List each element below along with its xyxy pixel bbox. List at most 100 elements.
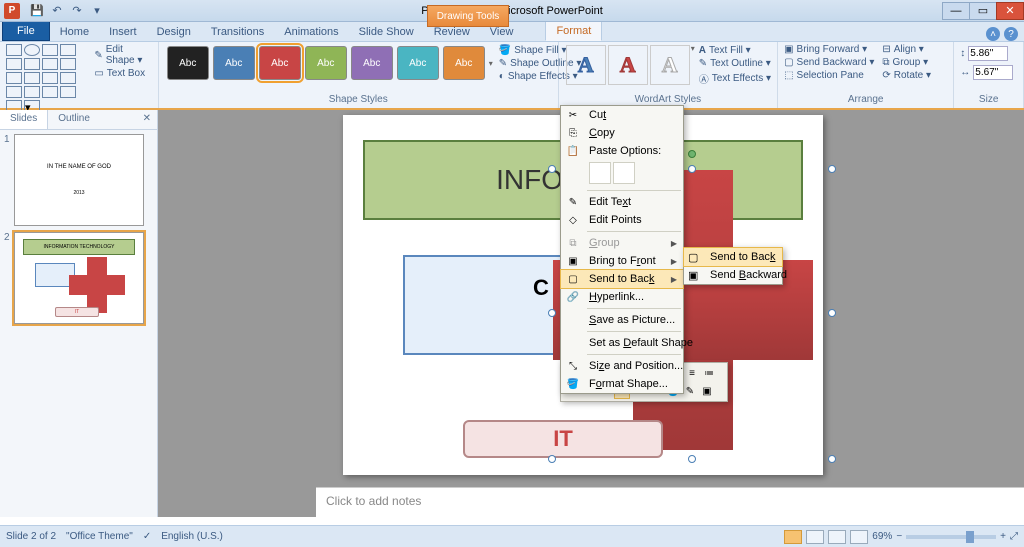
tab-insert[interactable]: Insert — [99, 23, 147, 41]
menu-edit-text[interactable]: ✎Edit Text — [561, 193, 683, 211]
text-box-button[interactable]: ▭ Text Box — [94, 68, 151, 79]
wordart-3[interactable]: A — [650, 45, 690, 85]
style-purple[interactable]: Abc — [351, 46, 393, 80]
tab-design[interactable]: Design — [147, 23, 201, 41]
bring-forward-button[interactable]: ▣ Bring Forward ▾ — [784, 44, 874, 55]
close-button[interactable]: ✕ — [996, 2, 1024, 20]
selection-pane-button[interactable]: ⬚ Selection Pane — [784, 70, 874, 81]
shape-style-gallery[interactable]: Abc Abc Abc Abc Abc Abc Abc ▾ — [165, 44, 493, 82]
arrange-mini-icon[interactable]: ▣ — [699, 383, 715, 399]
minimize-ribbon-icon[interactable]: ˄ — [986, 27, 1000, 41]
menu-format-shape[interactable]: 🪣Format Shape... — [561, 375, 683, 393]
edit-shape-button[interactable]: ✎ Edit Shape ▾ — [94, 44, 151, 66]
tab-transitions[interactable]: Transitions — [201, 23, 274, 41]
undo-icon[interactable]: ↶ — [48, 3, 66, 19]
notes-pane[interactable]: Click to add notes — [316, 487, 1024, 517]
zoom-slider[interactable] — [906, 535, 996, 539]
group-wordart-styles: A A A ▾ A Text Fill ▾ ✎ Text Outline ▾ Ⓐ… — [559, 42, 778, 108]
help-icon[interactable]: ? — [1004, 27, 1018, 41]
tab-view[interactable]: View — [480, 23, 524, 41]
wordart-more-icon[interactable]: ▾ — [691, 44, 695, 86]
wordart-gallery[interactable]: A A A ▾ — [565, 44, 695, 86]
view-sorter-icon[interactable] — [806, 530, 824, 544]
menu-hyperlink[interactable]: 🔗Hyperlink... — [561, 288, 683, 306]
menu-paste-options-label: 📋Paste Options: — [561, 142, 683, 160]
text-outline-button[interactable]: ✎ Text Outline ▾ — [699, 58, 771, 69]
menu-copy[interactable]: ⎘Copy — [561, 124, 683, 142]
bullets-icon[interactable]: ≔ — [701, 365, 717, 381]
send-back-icon: ▢ — [688, 251, 704, 267]
paste-opt-2[interactable] — [613, 162, 635, 184]
style-teal[interactable]: Abc — [397, 46, 439, 80]
tab-format[interactable]: Format — [545, 21, 602, 41]
tab-review[interactable]: Review — [424, 23, 480, 41]
shape-outline-mini-icon[interactable]: ✎ — [682, 383, 698, 399]
close-panel-icon[interactable]: ✕ — [137, 110, 157, 129]
redo-icon[interactable]: ↷ — [68, 3, 86, 19]
style-blue[interactable]: Abc — [213, 46, 255, 80]
qat-more-icon[interactable]: ▾ — [88, 3, 106, 19]
menu-edit-points[interactable]: ◇Edit Points — [561, 211, 683, 229]
slide-thumb-2[interactable]: 2 INFORMATION TECHNOLOGY IT — [4, 232, 153, 324]
send-backward-icon: ▣ — [688, 269, 704, 285]
zoom-in-icon[interactable]: + — [1000, 531, 1006, 542]
text-effects-button[interactable]: Ⓐ Text Effects ▾ — [699, 71, 771, 86]
style-orange[interactable]: Abc — [443, 46, 485, 80]
zoom-out-icon[interactable]: − — [896, 531, 902, 542]
submenu-send-to-back[interactable]: ▢Send to Back — [683, 247, 783, 267]
paste-icon: 📋 — [565, 143, 581, 159]
width-input[interactable] — [973, 65, 1013, 80]
group-button[interactable]: ⧉ Group ▾ — [882, 57, 931, 68]
view-slideshow-icon[interactable] — [850, 530, 868, 544]
size-pos-icon: ⤡ — [565, 358, 581, 374]
fit-slide-icon[interactable]: ⤢ — [1010, 531, 1018, 542]
text-fill-button[interactable]: A Text Fill ▾ — [699, 45, 771, 56]
style-green[interactable]: Abc — [305, 46, 347, 80]
slide-thumb-1[interactable]: 1 IN THE NAME OF GOD 2013 — [4, 134, 153, 226]
view-normal-icon[interactable] — [784, 530, 802, 544]
menu-group: ⧉Group▶ — [561, 234, 683, 252]
submenu-send-backward[interactable]: ▣Send Backward — [684, 266, 782, 284]
rotate-button[interactable]: ⟳ Rotate ▾ — [882, 70, 931, 81]
menu-size-position[interactable]: ⤡Size and Position... — [561, 357, 683, 375]
shapes-gallery[interactable]: ▾ — [6, 44, 90, 112]
paste-opt-1[interactable] — [589, 162, 611, 184]
menu-bring-to-front[interactable]: ▣Bring to Front▶ — [561, 252, 683, 270]
shape-blue-box[interactable] — [403, 255, 563, 355]
view-reading-icon[interactable] — [828, 530, 846, 544]
menu-cut[interactable]: ✂Cut — [561, 106, 683, 124]
menu-send-to-back[interactable]: ▢Send to Back▶ — [560, 269, 684, 289]
tab-file[interactable]: File — [2, 21, 50, 41]
wordart-2[interactable]: A — [608, 45, 648, 85]
slides-tab[interactable]: Slides — [0, 110, 48, 129]
wordart-1[interactable]: A — [566, 45, 606, 85]
status-language[interactable]: English (U.S.) — [161, 531, 223, 542]
align-button[interactable]: ⊟ Align ▾ — [882, 44, 931, 55]
edit-text-icon: ✎ — [565, 194, 581, 210]
menu-save-as-picture[interactable]: Save as Picture... — [561, 311, 683, 329]
tab-slideshow[interactable]: Slide Show — [349, 23, 424, 41]
submenu-send-back: ▢Send to Back ▣Send Backward — [683, 247, 783, 285]
maximize-button[interactable]: ▭ — [969, 2, 997, 20]
tab-home[interactable]: Home — [50, 23, 99, 41]
menu-set-default-shape[interactable]: Set as Default Shape — [561, 334, 683, 352]
ribbon: ▾ ✎ Edit Shape ▾ ▭ Text Box Insert Shape… — [0, 42, 1024, 110]
shape-it-box[interactable]: IT — [463, 420, 663, 458]
tab-animations[interactable]: Animations — [274, 23, 348, 41]
outline-tab[interactable]: Outline — [48, 110, 100, 129]
increase-indent-icon[interactable]: ≡ — [684, 365, 700, 381]
minimize-button[interactable]: — — [942, 2, 970, 20]
send-backward-button[interactable]: ▢ Send Backward ▾ — [784, 57, 874, 68]
gallery-more-icon[interactable]: ▾ — [489, 59, 493, 68]
height-input[interactable] — [968, 46, 1008, 61]
save-icon[interactable]: 💾 — [28, 3, 46, 19]
quick-access-toolbar: 💾 ↶ ↷ ▾ — [28, 3, 106, 19]
status-theme: "Office Theme" — [66, 531, 133, 542]
style-black[interactable]: Abc — [167, 46, 209, 80]
spellcheck-icon[interactable]: ✓ — [143, 531, 151, 542]
title-bar: P 💾 ↶ ↷ ▾ Presentation1 - Microsoft Powe… — [0, 0, 1024, 22]
style-red[interactable]: Abc — [259, 46, 301, 80]
height-icon: ↕ — [960, 48, 965, 59]
send-back-icon: ▢ — [565, 271, 581, 287]
group-size: ↕ ↔ Size — [954, 42, 1024, 108]
